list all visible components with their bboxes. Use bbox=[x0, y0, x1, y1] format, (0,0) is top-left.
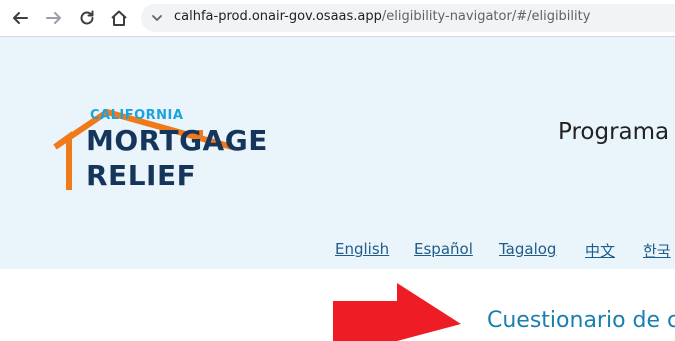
logo-relief-text: RELIEF bbox=[86, 159, 197, 192]
logo-mortgage-text: MORTGAGE bbox=[86, 124, 268, 157]
site-header: CALIFORNIA MORTGAGE RELIEF Programa Engl… bbox=[0, 37, 675, 269]
california-mortgage-relief-logo[interactable]: CALIFORNIA MORTGAGE RELIEF bbox=[52, 70, 284, 195]
arrow-shape bbox=[333, 283, 461, 341]
language-link-korean[interactable]: 한국 bbox=[643, 240, 671, 261]
language-link-tagalog[interactable]: Tagalog bbox=[499, 240, 556, 258]
language-link-english[interactable]: English bbox=[335, 240, 389, 258]
browser-toolbar: calhfa-prod.onair-gov.osaas.app/eligibil… bbox=[0, 0, 675, 37]
url-text: calhfa-prod.onair-gov.osaas.app/eligibil… bbox=[174, 9, 590, 24]
site-settings-icon[interactable] bbox=[149, 10, 165, 26]
back-arrow-icon[interactable] bbox=[9, 7, 31, 29]
forward-arrow-icon[interactable] bbox=[43, 7, 65, 29]
language-link-spanish[interactable]: Español bbox=[414, 240, 473, 258]
language-link-chinese[interactable]: 中文 bbox=[585, 240, 615, 261]
program-title: Programa bbox=[558, 119, 670, 145]
home-icon[interactable] bbox=[108, 7, 130, 29]
address-bar[interactable]: calhfa-prod.onair-gov.osaas.app/eligibil… bbox=[141, 4, 675, 32]
logo-california-text: CALIFORNIA bbox=[90, 108, 184, 123]
url-path: /eligibility-navigator/#/eligibility bbox=[381, 9, 591, 24]
red-arrow-annotation bbox=[333, 283, 461, 341]
url-host: calhfa-prod.onair-gov.osaas.app bbox=[174, 9, 382, 24]
reload-icon[interactable] bbox=[76, 7, 98, 29]
questionnaire-heading: Cuestionario de c bbox=[487, 308, 675, 333]
